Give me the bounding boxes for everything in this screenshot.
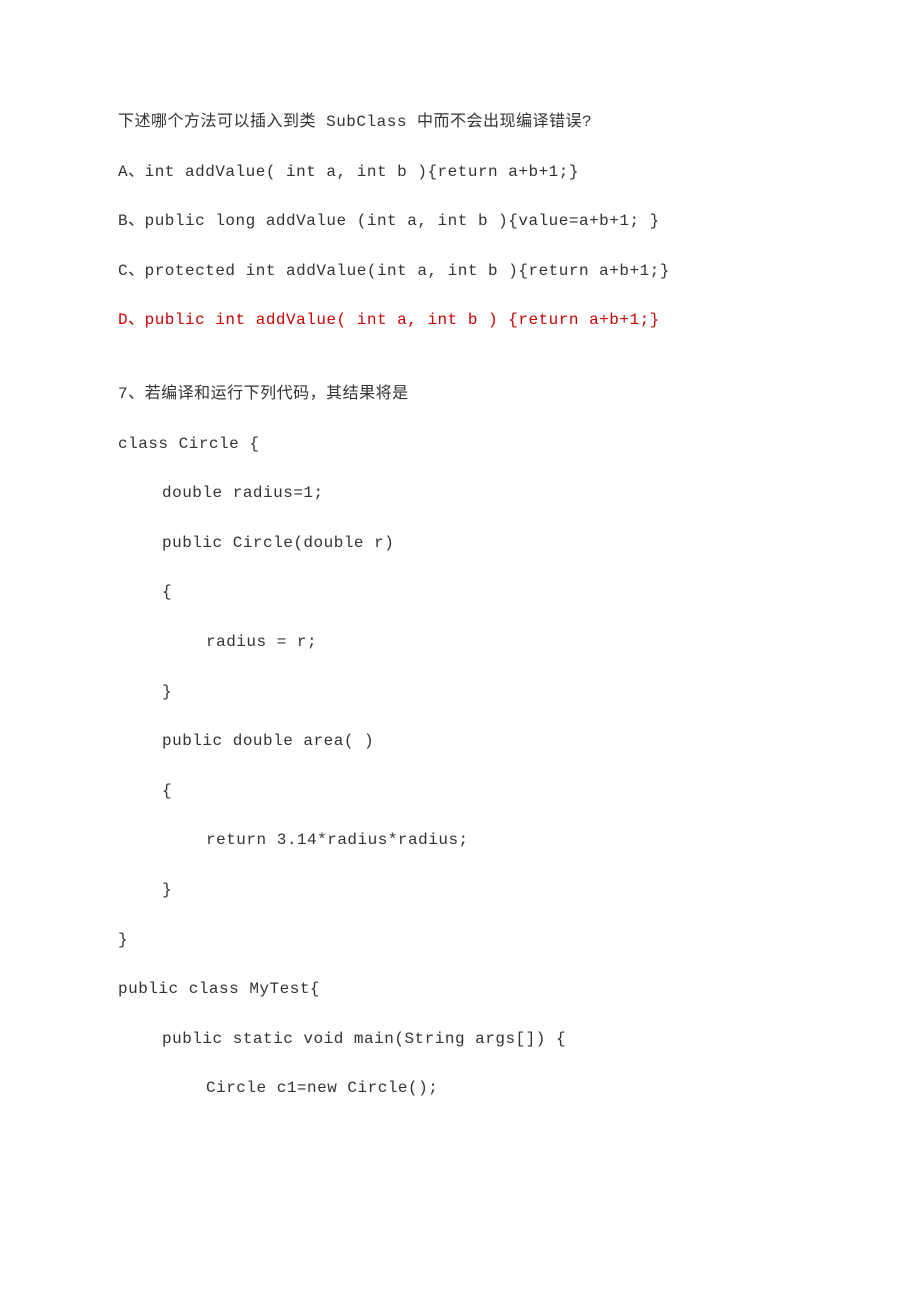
code-line: {	[118, 779, 802, 805]
code-line: class Circle {	[118, 432, 802, 458]
code-line: double radius=1;	[118, 481, 802, 507]
code-line: Circle c1=new Circle();	[118, 1076, 802, 1102]
document-page: 下述哪个方法可以插入到类 SubClass 中而不会出现编译错误? A、int …	[0, 0, 920, 1302]
q6-stem: 下述哪个方法可以插入到类 SubClass 中而不会出现编译错误?	[118, 110, 802, 136]
q6-option-a: A、int addValue( int a, int b ){return a+…	[118, 160, 802, 186]
code-line: return 3.14*radius*radius;	[118, 828, 802, 854]
code-line: }	[118, 928, 802, 954]
q7-stem: 7、若编译和运行下列代码，其结果将是	[118, 382, 802, 408]
code-line: }	[118, 878, 802, 904]
code-line: public class MyTest{	[118, 977, 802, 1003]
q6-option-d-answer: D、public int addValue( int a, int b ) {r…	[118, 308, 802, 334]
code-line: public static void main(String args[]) {	[118, 1027, 802, 1053]
code-line: public Circle(double r)	[118, 531, 802, 557]
code-line: public double area( )	[118, 729, 802, 755]
q6-option-b: B、public long addValue (int a, int b ){v…	[118, 209, 802, 235]
code-line: {	[118, 580, 802, 606]
q6-option-c: C、protected int addValue(int a, int b ){…	[118, 259, 802, 285]
code-line: radius = r;	[118, 630, 802, 656]
code-line: }	[118, 680, 802, 706]
